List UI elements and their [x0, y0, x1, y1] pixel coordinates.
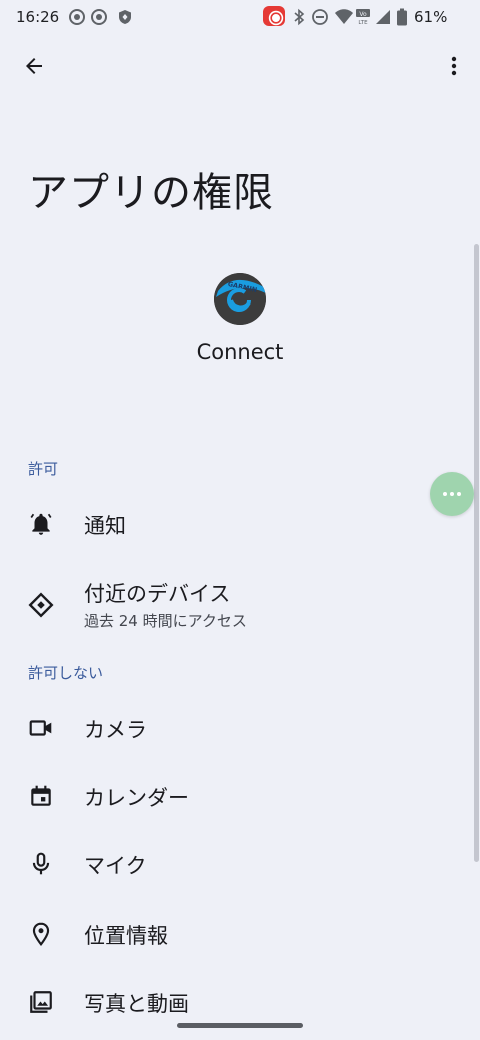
permission-item-notifications[interactable]: 通知: [0, 492, 470, 556]
shield-icon: [119, 10, 131, 24]
page-title: アプリの権限: [28, 170, 274, 216]
location-icon: [28, 921, 54, 947]
floating-bubble-button[interactable]: [430, 472, 474, 516]
app-permissions-screen: 16:26 Vo LTE 61% アプリの権限 GARMIN Connect 許…: [0, 0, 480, 1040]
screen-record-icon: [91, 9, 107, 25]
permission-label: 位置情報: [84, 924, 168, 948]
app-name: Connect: [196, 340, 284, 364]
app-icon: GARMIN: [214, 273, 266, 325]
permission-item-microphone[interactable]: マイク: [0, 832, 470, 896]
bell-icon: [28, 511, 54, 537]
permission-label: 写真と動画: [84, 992, 189, 1016]
signal-icon: [376, 10, 390, 24]
permission-item-nearby-devices[interactable]: 付近のデバイス 過去 24 時間にアクセス: [0, 570, 470, 640]
permission-label: マイク: [84, 854, 147, 878]
screen-record-icon: [69, 9, 85, 25]
permission-item-camera[interactable]: カメラ: [0, 696, 470, 760]
section-header-denied: 許可しない: [28, 664, 104, 682]
section-header-allowed: 許可: [28, 460, 59, 478]
recording-badge-icon: [263, 6, 285, 26]
back-button[interactable]: [16, 48, 52, 84]
mic-icon: [28, 851, 54, 877]
battery-icon: [397, 8, 407, 26]
arrow-back-icon: [26, 58, 42, 74]
nearby-devices-icon: [28, 592, 54, 618]
permission-item-calendar[interactable]: カレンダー: [0, 764, 470, 828]
photo-icon: [28, 989, 54, 1015]
calendar-icon: [28, 783, 54, 809]
volte-icon: Vo LTE: [356, 9, 370, 26]
bluetooth-icon: [294, 8, 305, 26]
camera-icon: [28, 715, 54, 741]
status-bar: 16:26 Vo LTE 61%: [0, 0, 480, 34]
permission-item-location[interactable]: 位置情報: [0, 902, 470, 966]
garmin-connect-logo-icon: GARMIN: [214, 273, 266, 325]
dnd-icon: [312, 9, 328, 25]
wifi-icon: [335, 9, 353, 24]
svg-text:LTE: LTE: [358, 20, 368, 26]
permission-label: カメラ: [84, 718, 147, 742]
battery-percentage: 61%: [414, 8, 448, 26]
svg-text:Vo: Vo: [359, 11, 367, 18]
permission-label: カレンダー: [84, 786, 189, 810]
permission-label: 付近のデバイス: [84, 582, 231, 606]
more-horiz-icon: [443, 492, 461, 496]
scrollbar[interactable]: [474, 244, 479, 862]
status-time: 16:26: [16, 8, 60, 26]
gesture-navigation-bar[interactable]: [177, 1023, 303, 1028]
more-vert-icon: [451, 56, 457, 76]
more-options-button[interactable]: [438, 48, 470, 84]
permission-label: 通知: [84, 514, 126, 538]
permission-subtitle: 過去 24 時間にアクセス: [84, 612, 247, 630]
